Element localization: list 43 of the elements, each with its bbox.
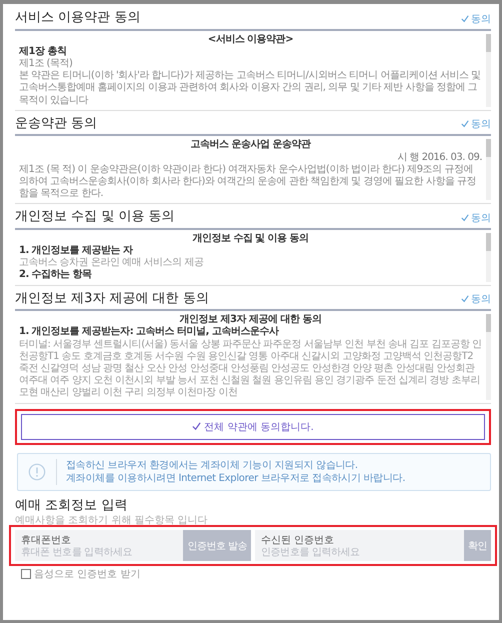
terms-text: 1. 개인정보를 제공받는자: 고속버스 터미널, 고속버스운수사 <box>19 326 280 339</box>
check-icon <box>461 120 469 128</box>
input-field[interactable]: 휴대폰번호 휴대폰 번호를 입력하세요 인증번호 발송 <box>15 530 251 562</box>
section-title: 예매 조회정보 입력 <box>15 498 128 514</box>
section-title: 서비스 이용약관 동의 <box>15 10 140 26</box>
scrollbar[interactable] <box>486 232 491 282</box>
scrollbar[interactable] <box>486 314 491 400</box>
terms-text: 터미널: 서울경부 센트럴시티(서울) 동서울 상봉 파주문산 파주운정 서울남부 인천 부천 송내 김포 김포공항 인천공항T1 송도 호계금호 호계동 서수원 수원 용인신갈 영통 아주대 신갈시외 고양화정 고양백석 인천공항T2 죽전 신갈영덕 성남 광명 철산 오산 안성 안성중대 안성풍림 안성공도 안성한경 안양 평촌 안성대림 안성회관 여주대 여주 양지 오천 이천시외 부발 능서 포천 신철원 철원 용인유림 용인 경기광주 둔전 십계리 경방 초부리 모현 매산리 양벌리 이천 구리 의정부 이천마장 이천 <box>19 338 482 400</box>
check-icon <box>461 295 469 304</box>
notice-text: 접속하신 브라우저 환경에서는 계좌이체 기능이 지원되지 않습니다. <box>66 458 359 472</box>
section-title: 개인정보 제3자 제공에 대한 동의 <box>15 290 209 306</box>
terms-text: 제1장 총칙 <box>19 46 68 58</box>
agree-link[interactable]: 동의 <box>461 12 491 26</box>
input-field[interactable]: 수신된 인증번호 인증번호를 입력하세요 확인 <box>255 530 491 562</box>
section-title: 운송약관 동의 <box>15 116 98 132</box>
terms-heading: 고속버스 운송사업 운송약관 <box>190 139 312 152</box>
checkbox-label[interactable]: 음성으로 인증번호 받기 <box>34 567 140 582</box>
check-icon <box>461 214 469 222</box>
section-subtitle: 예매사항을 조회하기 위해 필수항목 입니다 <box>15 514 209 528</box>
exclamation-icon <box>28 462 46 480</box>
terms-heading: 개인정보 제3자 제공에 대한 동의 <box>178 314 322 326</box>
terms-heading: 개인정보 수집 및 이용 동의 <box>191 232 310 246</box>
terms-text: 제1조 (목적) <box>19 58 74 70</box>
scrollbar[interactable] <box>486 139 491 200</box>
scrollbar[interactable] <box>486 34 491 107</box>
terms-text: 본 약관은 티머니(이하 '회사'라 합니다)가 제공하는 고속버스 티머니/시외버스 티머니 어플리케이션 서비스 및 고속버스통합예매 홈페이지의 이용과 관련하여 회사와 이용자 간의 권리, 의무 및 기타 제반 사항을 정함에 그 목적이 있습니다 <box>19 70 482 107</box>
verify-button[interactable]: 인증번호 발송 <box>183 530 251 562</box>
terms-heading: <서비스 이용약관> <box>206 34 294 46</box>
terms-text: 고속버스 승차권 온라인 예매 서비스의 제공 <box>19 257 204 269</box>
terms-text: 2. 수집하는 항목 <box>19 269 93 282</box>
notice-text: 계좌이체를 이용하시려면 Internet Explorer 브라우저로 접속하시기 바랍니다. <box>66 472 406 484</box>
terms-text: 시 행 2016. 03. 09. <box>396 152 482 164</box>
section-title: 개인정보 수집 및 이용 동의 <box>15 209 175 225</box>
checkbox[interactable] <box>21 569 31 580</box>
agree-link[interactable]: 동의 <box>461 210 491 225</box>
check-icon <box>461 14 469 23</box>
check-icon <box>192 422 202 431</box>
agree-all-button[interactable]: 전체 약관에 동의합니다. <box>21 414 485 440</box>
agree-link[interactable]: 동의 <box>461 117 491 132</box>
agree-link[interactable]: 동의 <box>461 292 491 306</box>
terms-text: 제1조 (목 적) 이 운송약관은(이하 약관이라 한다) 여객자동차 운수사업법(이하 법이라 한다) 제9조의 규정에 의하여 고속버스운송회사(이하 회사라 한다)와 여객간의 운송에 관한 책임한계 및 경영에 필요한 사항을 규정함을 목적으로 한다. <box>19 164 477 200</box>
verify-button[interactable]: 확인 <box>464 530 491 562</box>
terms-text: 1. 개인정보를 제공받는 자 <box>19 245 134 258</box>
